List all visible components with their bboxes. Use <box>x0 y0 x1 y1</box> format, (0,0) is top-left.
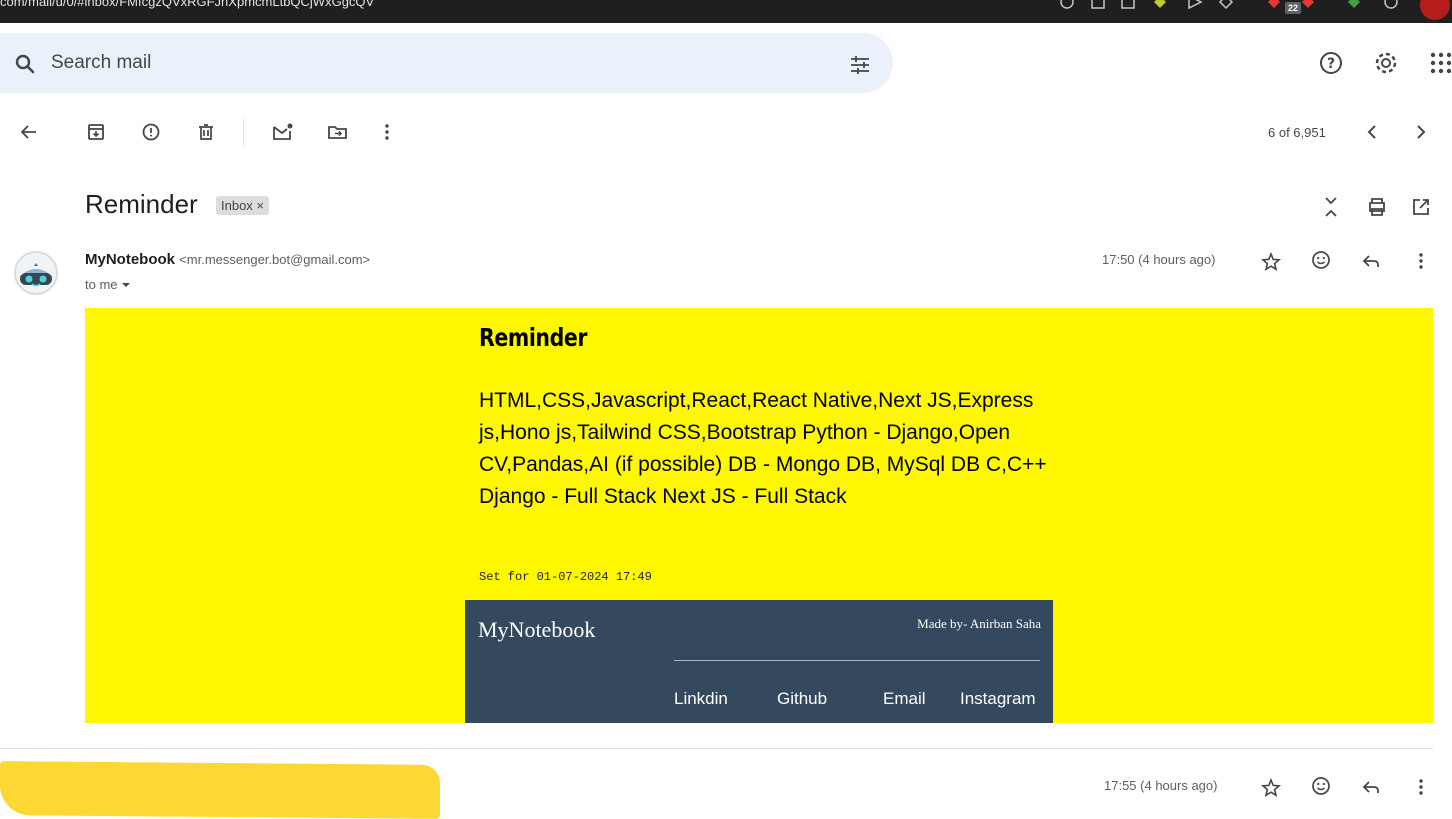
reminder-time: Set for 01-07-2024 17:49 <box>479 570 652 584</box>
thread-subject: Reminder <box>85 189 198 219</box>
pagination-count: 6 of 6,951 <box>1268 125 1326 140</box>
email-card-title: Reminder <box>479 323 588 352</box>
browser-extension-icon[interactable] <box>1059 0 1075 10</box>
mark-unread-icon[interactable] <box>271 121 295 143</box>
browser-extension-icon[interactable] <box>1218 0 1234 10</box>
toolbar-separator <box>243 119 244 147</box>
sender-name[interactable]: MyNotebook <box>85 251 175 268</box>
search-input[interactable]: Search mail <box>51 52 151 74</box>
back-arrow-icon[interactable] <box>18 121 40 143</box>
emoji-reaction-icon[interactable] <box>1310 775 1332 797</box>
message-time: 17:50 (4 hours ago) <box>1102 252 1216 267</box>
message-more-icon[interactable] <box>1412 250 1430 272</box>
move-to-icon[interactable] <box>326 121 350 143</box>
robot-avatar-icon <box>19 263 53 287</box>
browser-extension-icon[interactable] <box>1152 0 1168 10</box>
apps-icon[interactable] <box>1428 50 1452 76</box>
footer-link-instagram[interactable]: Instagram <box>960 689 1036 709</box>
open-new-window-icon[interactable] <box>1410 196 1432 218</box>
collapse-all-icon[interactable] <box>1320 195 1342 219</box>
browser-extension-icon[interactable] <box>1187 0 1203 10</box>
reply-icon[interactable] <box>1360 776 1382 798</box>
browser-extension-icon[interactable] <box>1346 0 1362 10</box>
redacted-sender <box>0 761 440 819</box>
star-icon[interactable] <box>1260 777 1282 799</box>
inbox-label-chip[interactable]: Inbox × <box>216 196 270 215</box>
extension-badge: 22 <box>1285 2 1302 14</box>
chevron-right-icon[interactable] <box>1410 121 1432 143</box>
puzzle-icon[interactable] <box>1383 0 1399 10</box>
footer-link-github[interactable]: Github <box>777 689 827 709</box>
recipient-label: to me <box>85 277 118 292</box>
sender-line: MyNotebook <mr.messenger.bot@gmail.com> <box>85 251 370 268</box>
reply-icon[interactable] <box>1360 250 1382 272</box>
report-spam-icon[interactable] <box>140 121 162 143</box>
sender-avatar[interactable] <box>14 251 58 295</box>
settings-icon[interactable] <box>1373 50 1399 76</box>
footer-link-email[interactable]: Email <box>883 689 926 709</box>
tune-icon[interactable] <box>848 53 872 77</box>
footer-made-by: Made by- Anirban Saha <box>917 616 1041 631</box>
browser-extension-icon[interactable] <box>1090 0 1106 10</box>
more-vert-icon[interactable] <box>378 121 396 143</box>
url-text[interactable]: com/mail/u/0/#inbox/FMfcgzQVxRGFJhXpmcmL… <box>0 0 374 9</box>
caret-down-icon[interactable] <box>121 281 131 289</box>
email-footer: MyNotebook Made by- Anirban Saha Linkdin… <box>465 600 1053 723</box>
search-icon[interactable] <box>13 52 37 76</box>
footer-divider <box>674 660 1040 661</box>
sender-email: <mr.messenger.bot@gmail.com> <box>179 252 371 267</box>
browser-extension-icon[interactable] <box>1300 0 1316 10</box>
archive-icon[interactable] <box>85 121 107 143</box>
footer-brand: MyNotebook <box>478 617 596 642</box>
email-card-text: HTML,CSS,Javascript,React,React Native,N… <box>479 389 1047 508</box>
print-icon[interactable] <box>1366 196 1388 218</box>
profile-avatar[interactable] <box>1420 0 1450 20</box>
svg-text:?: ? <box>1327 56 1335 72</box>
search-bar[interactable]: Search mail <box>0 33 893 93</box>
footer-link-linkedin[interactable]: Linkdin <box>674 689 728 709</box>
browser-extension-icon[interactable] <box>1120 0 1136 10</box>
browser-extension-icon[interactable] <box>1266 0 1282 10</box>
browser-address-strip: com/mail/u/0/#inbox/FMfcgzQVxRGFJhXpmcmL… <box>0 0 1452 23</box>
chevron-left-icon[interactable] <box>1361 121 1383 143</box>
delete-icon[interactable] <box>195 121 217 143</box>
message-divider <box>0 748 1433 749</box>
message-more-icon[interactable] <box>1412 776 1430 798</box>
star-icon[interactable] <box>1260 251 1282 273</box>
emoji-reaction-icon[interactable] <box>1310 249 1332 271</box>
recipient-details[interactable]: to me <box>85 277 131 292</box>
next-message-time: 17:55 (4 hours ago) <box>1104 778 1218 793</box>
help-icon[interactable]: ? <box>1318 50 1344 76</box>
